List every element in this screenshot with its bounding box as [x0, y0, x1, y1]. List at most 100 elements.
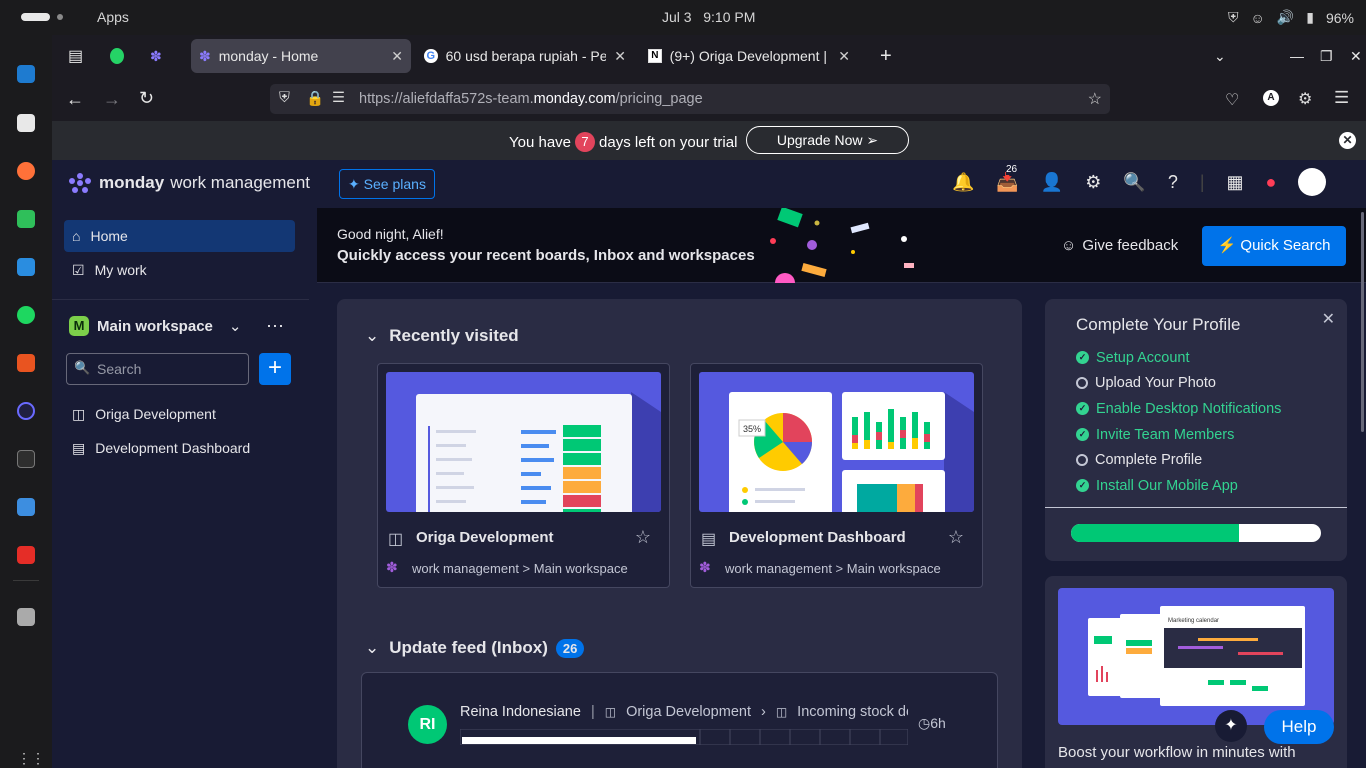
writer-icon[interactable]: [17, 258, 35, 276]
sidebar-search-input[interactable]: Search: [66, 353, 249, 385]
tab-list-chevron-icon[interactable]: ⌄: [1206, 39, 1230, 73]
spotify-icon[interactable]: [17, 306, 35, 324]
feed-item-link[interactable]: Incoming stock deta: [797, 704, 908, 720]
favorite-star-icon[interactable]: ☆: [948, 527, 964, 548]
firefox-icon[interactable]: [17, 162, 35, 180]
tab-list-icon[interactable]: ▤: [60, 39, 86, 73]
terminal-icon[interactable]: [17, 450, 35, 468]
checklist-item[interactable]: ✓ Invite Team Members: [1076, 422, 1281, 448]
sidebar-divider: [52, 299, 309, 300]
update-feed-header[interactable]: ⌄ Update feed (Inbox) 26: [365, 638, 585, 658]
profile-progress-fill: [1071, 524, 1239, 542]
trash-icon[interactable]: [17, 608, 35, 626]
menu-icon[interactable]: ☰: [1334, 88, 1349, 108]
author-name[interactable]: Reina Indonesiane: [460, 704, 581, 720]
close-tab-icon[interactable]: ✕: [391, 48, 403, 65]
help-icon[interactable]: ?: [1168, 172, 1178, 196]
check-circle-icon: ✓: [1076, 351, 1089, 365]
clock[interactable]: Jul 3 9:10 PM: [662, 9, 755, 25]
ai-assistant-sparkle-icon[interactable]: ✦: [1215, 710, 1247, 742]
profile-checklist: ✓ Setup Account Upload Your Photo ✓ Enable…: [1076, 345, 1281, 499]
recent-card-dashboard[interactable]: 35% ▤ Development Dashboard ☆ ✽ work man…: [690, 363, 983, 588]
close-banner-icon[interactable]: ✕: [1339, 132, 1356, 149]
favorite-star-icon[interactable]: ☆: [635, 527, 651, 548]
monday-product-icon[interactable]: ●: [1266, 172, 1277, 196]
invite-user-icon[interactable]: 👤: [1041, 172, 1063, 196]
forward-button[interactable]: →: [103, 89, 121, 110]
vpn-icon[interactable]: [17, 402, 35, 420]
add-item-button[interactable]: +: [259, 353, 291, 385]
vscode-icon[interactable]: [17, 65, 35, 83]
monday-pinned-tab[interactable]: ✽: [142, 39, 172, 73]
apps-button[interactable]: Apps: [97, 9, 129, 25]
back-button[interactable]: ←: [66, 89, 84, 110]
arrow-circle-icon: ➢: [866, 132, 879, 148]
system-tray[interactable]: ⛨ ☺ 🔊 ▮ 96%: [1228, 9, 1354, 26]
reload-button[interactable]: ↻: [139, 88, 154, 109]
checklist-item[interactable]: ✓ Setup Account: [1076, 345, 1281, 371]
notifications-bell-icon[interactable]: 🔔: [952, 172, 974, 196]
recent-card-origa[interactable]: ◫ Origa Development ☆ ✽ work management …: [377, 363, 670, 588]
product-switcher-grid-icon[interactable]: ▦: [1227, 172, 1244, 196]
account-avatar[interactable]: A: [1263, 90, 1279, 106]
sheets-icon[interactable]: [17, 210, 35, 228]
store-icon[interactable]: [17, 354, 35, 372]
tracking-shield-icon[interactable]: ⛨: [279, 90, 290, 106]
give-feedback-button[interactable]: ☺ Give feedback: [1061, 237, 1178, 254]
date-label: Jul 3: [662, 9, 692, 25]
author-avatar[interactable]: RI: [408, 705, 447, 744]
recently-visited-header[interactable]: ⌄ Recently visited: [365, 326, 519, 346]
close-tab-icon[interactable]: ✕: [614, 48, 626, 65]
search-icon[interactable]: 🔍: [1123, 172, 1145, 196]
upgrade-now-button[interactable]: Upgrade Now ➢: [746, 126, 909, 154]
user-avatar[interactable]: [1298, 168, 1327, 196]
shield-icon: ⛨: [1228, 9, 1239, 25]
url-bar[interactable]: ⛨ 🔒 ☰ https://aliefdaffa572s-team.monday…: [270, 84, 1110, 114]
notion-icon: N: [648, 49, 662, 63]
help-button[interactable]: Help: [1264, 710, 1334, 744]
apps-marketplace-icon[interactable]: ⚙: [1085, 172, 1101, 196]
bookmark-star-icon[interactable]: ☆: [1088, 89, 1102, 109]
url-text[interactable]: https://aliefdaffa572s-team.monday.com/p…: [359, 91, 703, 107]
workspace-more-icon[interactable]: ⋯: [266, 316, 284, 337]
quick-search-button[interactable]: ⚡ Quick Search: [1202, 226, 1346, 266]
dock-separator: [13, 580, 39, 581]
checklist-item[interactable]: Upload Your Photo: [1076, 371, 1281, 397]
files-icon[interactable]: [17, 498, 35, 516]
sidebar-item-my-work[interactable]: ☑ My work: [64, 254, 295, 286]
feed-board-link[interactable]: Origa Development: [626, 704, 751, 720]
app-icon[interactable]: [17, 114, 35, 132]
inbox-icon[interactable]: 📥: [996, 172, 1018, 196]
monday-logo[interactable]: monday work management: [67, 172, 310, 194]
url-prefix: https://aliefdaffa572s-team.: [359, 91, 534, 107]
close-icon[interactable]: ✕: [1322, 309, 1335, 329]
sidebar-dashboard[interactable]: ▤ Development Dashboard: [64, 432, 295, 464]
scrollbar[interactable]: [1361, 212, 1364, 432]
tab-monday-home[interactable]: ✽ monday - Home ✕: [191, 39, 411, 73]
feed-update-card[interactable]: RI Reina Indonesiane | ◫ Origa Developme…: [361, 672, 998, 768]
activities-indicator[interactable]: [21, 13, 50, 21]
checklist-item[interactable]: ✓ Enable Desktop Notifications: [1076, 396, 1281, 422]
restore-button[interactable]: ❐: [1312, 39, 1336, 73]
minimize-button[interactable]: —: [1282, 39, 1306, 73]
close-window-button[interactable]: ✕: [1342, 39, 1366, 73]
permissions-icon[interactable]: ☰: [332, 90, 345, 106]
whatsapp-pinned-tab[interactable]: [102, 39, 132, 73]
sidebar-item-home[interactable]: ⌂ Home: [64, 220, 295, 252]
lock-icon[interactable]: 🔒: [306, 90, 324, 107]
calendar-check-icon: ☑: [72, 261, 85, 278]
pocket-icon[interactable]: ♡: [1225, 90, 1239, 110]
checklist-item[interactable]: ✓ Install Our Mobile App: [1076, 473, 1281, 499]
close-tab-icon[interactable]: ✕: [838, 48, 850, 65]
youtube-icon[interactable]: [17, 546, 35, 564]
workspace-selector[interactable]: M Main workspace ⌄: [69, 316, 241, 336]
show-apps-icon[interactable]: ⋮⋮: [17, 749, 45, 767]
sidebar-board-origa[interactable]: ◫ Origa Development: [64, 398, 295, 430]
checklist-item[interactable]: Complete Profile: [1076, 447, 1281, 473]
tab-google-search[interactable]: G 60 usd berapa rupiah - Pe ✕: [416, 39, 634, 73]
see-plans-button[interactable]: ✦ See plans: [339, 169, 435, 199]
checklist-label: Setup Account: [1096, 349, 1190, 366]
new-tab-button[interactable]: +: [872, 39, 896, 73]
tab-notion[interactable]: N (9+) Origa Development | ✕: [640, 39, 858, 73]
extensions-icon[interactable]: ⚙: [1298, 89, 1312, 109]
